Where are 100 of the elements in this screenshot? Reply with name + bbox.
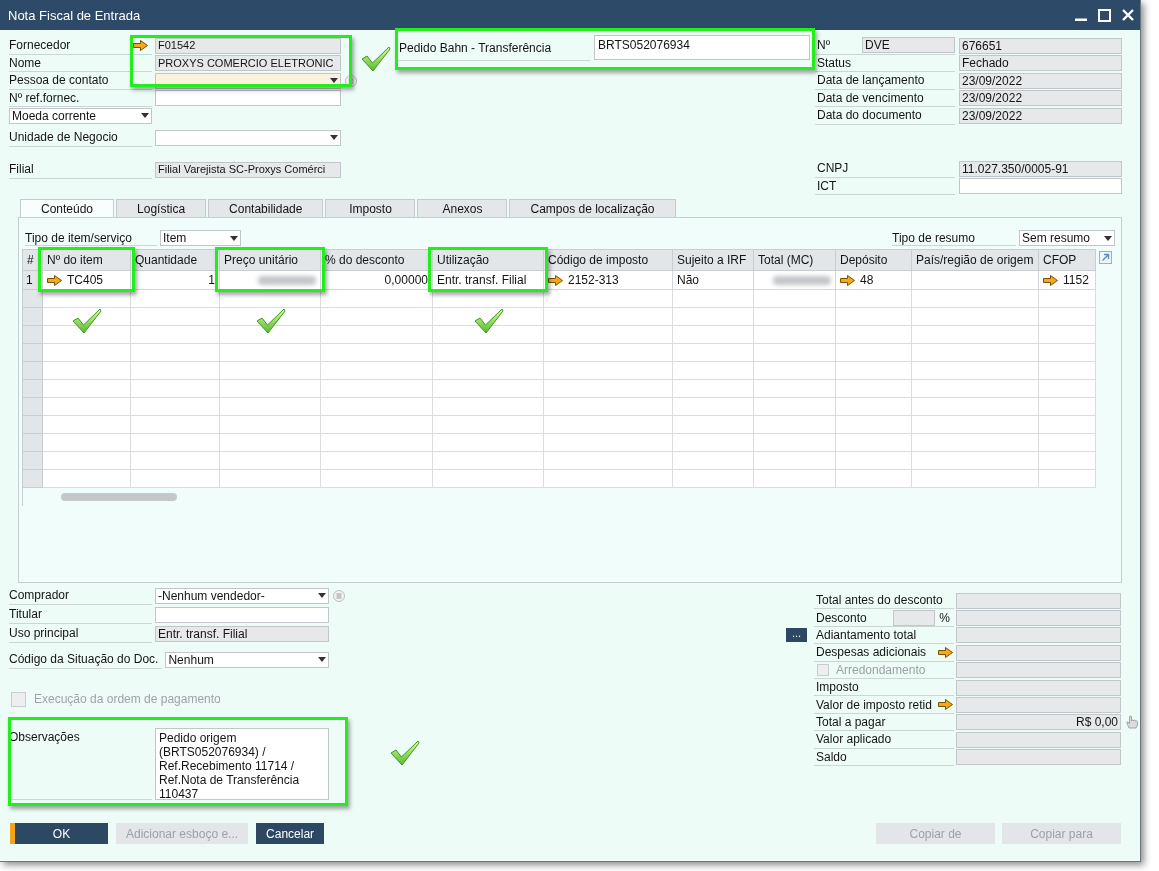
field-label: Despesas adicionais (816, 646, 927, 659)
table-cell (1039, 308, 1096, 326)
field-label: Fornecedor (9, 39, 71, 52)
checkbox-label: Arredondamento (836, 663, 926, 676)
input-field[interactable]: 23/09/2022 (959, 107, 1122, 124)
field-label: CNPJ (817, 162, 849, 175)
tab[interactable]: Logística (116, 199, 207, 217)
arrow-icon[interactable] (133, 39, 148, 51)
dialog-button[interactable]: Cancelar (256, 823, 325, 844)
list-icon[interactable] (333, 589, 345, 602)
input-field[interactable]: 23/09/2022 (959, 90, 1122, 107)
field-label: Tipo de resumo (892, 231, 975, 244)
field-label: Total antes do desconto (816, 594, 943, 607)
input-field[interactable]: Entr. transf. Filial (155, 625, 329, 642)
text-area[interactable]: Pedido origem (BRTS052076934) / Ref.Recebimento 11714 / Ref.Nota de Transferência 110437 (155, 728, 329, 800)
unit-label: % (939, 611, 950, 624)
input-field[interactable] (956, 610, 1121, 627)
arrow-icon[interactable] (938, 699, 953, 711)
dropdown[interactable] (155, 129, 341, 146)
column-header: Depósito (836, 250, 912, 271)
scrollbar-thumb[interactable] (61, 493, 177, 501)
table-cell (1039, 470, 1096, 488)
input-field[interactable] (155, 90, 341, 107)
input-field[interactable] (155, 606, 329, 623)
link-text[interactable]: 48 (860, 274, 874, 286)
dialog-button[interactable]: OK (10, 823, 108, 844)
blurred-value (773, 275, 831, 285)
arrow-icon[interactable] (938, 646, 953, 658)
tab[interactable]: Contabilidade (208, 199, 324, 217)
field-label: Tipo de item/serviço (25, 231, 132, 244)
field-label: Data do documento (817, 109, 922, 122)
link-text[interactable]: 1152 (1063, 274, 1089, 286)
input-field[interactable]: Fechado (959, 55, 1122, 72)
input-field[interactable]: 11.027.350/0005-91 (959, 160, 1122, 177)
close-icon[interactable] (1122, 9, 1134, 21)
column-header: Preço unitário (220, 250, 321, 271)
arrow-icon[interactable] (840, 274, 855, 286)
input-field[interactable] (956, 731, 1121, 748)
window-title: Nota Fiscal de Entrada (8, 8, 141, 22)
field-label: Status (817, 56, 852, 69)
input-field[interactable] (959, 178, 1122, 195)
expand-icon[interactable] (1099, 251, 1112, 264)
check-mark-icon (361, 46, 391, 72)
table-cell (1039, 416, 1096, 434)
input-field[interactable]: BRTS052076934 (594, 35, 810, 60)
dropdown[interactable]: Moeda corrente (9, 107, 152, 124)
table-cell (1039, 434, 1096, 452)
column-header: Total (MC) (754, 250, 836, 271)
tab[interactable]: Campos de localização (509, 199, 676, 217)
field-label: Adiantamento total (816, 628, 917, 641)
input-field[interactable] (956, 627, 1121, 644)
input-field[interactable] (956, 592, 1121, 609)
dropdown[interactable]: Item (160, 230, 241, 246)
tab[interactable]: Conteúdo (20, 199, 115, 217)
input-field[interactable] (956, 749, 1121, 766)
caret-icon (141, 113, 149, 119)
input-field[interactable] (956, 644, 1121, 661)
caret-icon (330, 135, 338, 141)
dropdown[interactable]: Nenhum (165, 651, 329, 668)
column-header: Utilização (433, 250, 544, 271)
field-label: Imposto (816, 681, 859, 694)
dropdown[interactable]: -Nenhum vendedor- (155, 587, 329, 604)
tab[interactable]: Imposto (325, 199, 416, 217)
link-text[interactable]: TC405 (67, 274, 104, 286)
table-cell (1039, 326, 1096, 344)
tab[interactable]: Anexos (417, 199, 508, 217)
hand-icon[interactable] (1125, 715, 1139, 730)
check-mark-icon (390, 740, 420, 766)
arrow-icon[interactable] (1043, 274, 1058, 286)
field-label: Nº ref.fornec. (9, 91, 80, 104)
caret-icon (318, 657, 326, 662)
arrow-icon[interactable] (47, 274, 62, 286)
input-field[interactable]: 23/09/2022 (959, 72, 1122, 89)
input-field[interactable]: R$ 0,00 (956, 714, 1121, 731)
input-field[interactable]: 676651 (959, 37, 1122, 54)
input-field[interactable]: PROXYS COMERCIO ELETRONIC (155, 55, 341, 72)
caret-icon (318, 593, 326, 598)
field-label: Comprador (9, 589, 70, 601)
input-field[interactable] (956, 679, 1121, 696)
field-label: Desconto (816, 611, 867, 624)
table-cell (1039, 380, 1096, 398)
link-text[interactable]: 2152-313 (568, 274, 619, 286)
input-field[interactable]: DVE (862, 37, 955, 54)
checkbox-label: Execução da ordem de pagamento (34, 693, 221, 705)
input-field[interactable]: Filial Varejista SC-Proxys Comérci (155, 161, 341, 178)
arrow-icon[interactable] (548, 274, 563, 286)
field-label: Titular (9, 608, 42, 620)
input-field[interactable] (956, 662, 1121, 679)
more-button[interactable]: ... (786, 628, 807, 643)
field-label: Valor de imposto retid (816, 698, 932, 711)
input-field[interactable] (893, 609, 936, 626)
input-field[interactable] (956, 697, 1121, 714)
field-label: Observações (9, 730, 80, 744)
dropdown[interactable]: Sem resumo (1019, 230, 1115, 246)
caret-icon (1104, 235, 1112, 241)
field-label: Filial (9, 163, 34, 176)
field-label: Valor aplicado (816, 733, 892, 746)
field-label: Total a pagar (816, 715, 886, 728)
maximize-icon[interactable] (1098, 8, 1111, 22)
list-icon[interactable] (345, 74, 357, 87)
